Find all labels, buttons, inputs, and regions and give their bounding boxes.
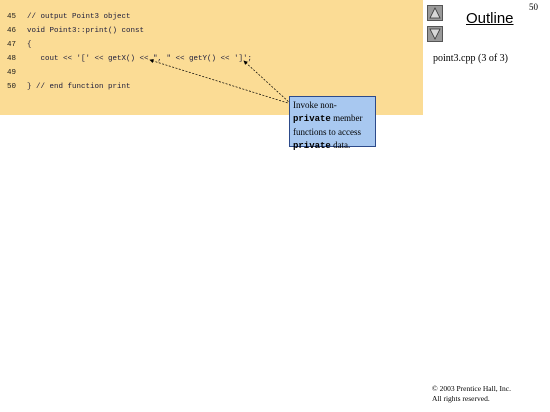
previous-slide-button[interactable] xyxy=(427,5,443,21)
callout-text: Invoke non- xyxy=(293,100,337,110)
code-line: 50 } // end function print xyxy=(7,81,131,93)
code-text: { xyxy=(27,41,32,49)
copyright-line: © 2003 Prentice Hall, Inc. xyxy=(432,384,512,393)
copyright-line: All rights reserved. xyxy=(432,394,490,403)
callout-box: Invoke non-private member functions to a… xyxy=(289,96,376,151)
code-line: 49 xyxy=(7,67,27,79)
line-number: 48 xyxy=(7,55,17,63)
file-label: point3.cpp (3 of 3) xyxy=(433,53,508,64)
code-line: 45 // output Point3 object xyxy=(7,11,131,23)
line-number: 45 xyxy=(7,13,17,21)
page-number: 50 xyxy=(529,2,538,12)
line-number: 46 xyxy=(7,27,17,35)
code-line: 48 cout << '[' << getX() << ", " << getY… xyxy=(7,53,252,65)
outline-title: Outline xyxy=(466,10,514,27)
triangle-down-icon xyxy=(429,28,441,40)
line-number: 49 xyxy=(7,69,17,77)
copyright: © 2003 Prentice Hall, Inc. All rights re… xyxy=(432,384,511,404)
code-text: } // end function print xyxy=(27,83,131,91)
code-text: // output Point3 object xyxy=(27,13,131,21)
line-number: 47 xyxy=(7,41,17,49)
code-text: cout << '[' << getX() << ", " << getY() … xyxy=(27,55,253,63)
code-line: 46 void Point3::print() const xyxy=(7,25,144,37)
code-text: void Point3::print() const xyxy=(27,27,145,35)
line-number: 50 xyxy=(7,83,17,91)
code-line: 47 { xyxy=(7,39,32,51)
next-slide-button[interactable] xyxy=(427,26,443,42)
callout-keyword: private xyxy=(293,141,331,151)
callout-keyword: private xyxy=(293,114,331,124)
triangle-up-icon xyxy=(429,7,441,19)
callout-text: data. xyxy=(330,140,351,150)
